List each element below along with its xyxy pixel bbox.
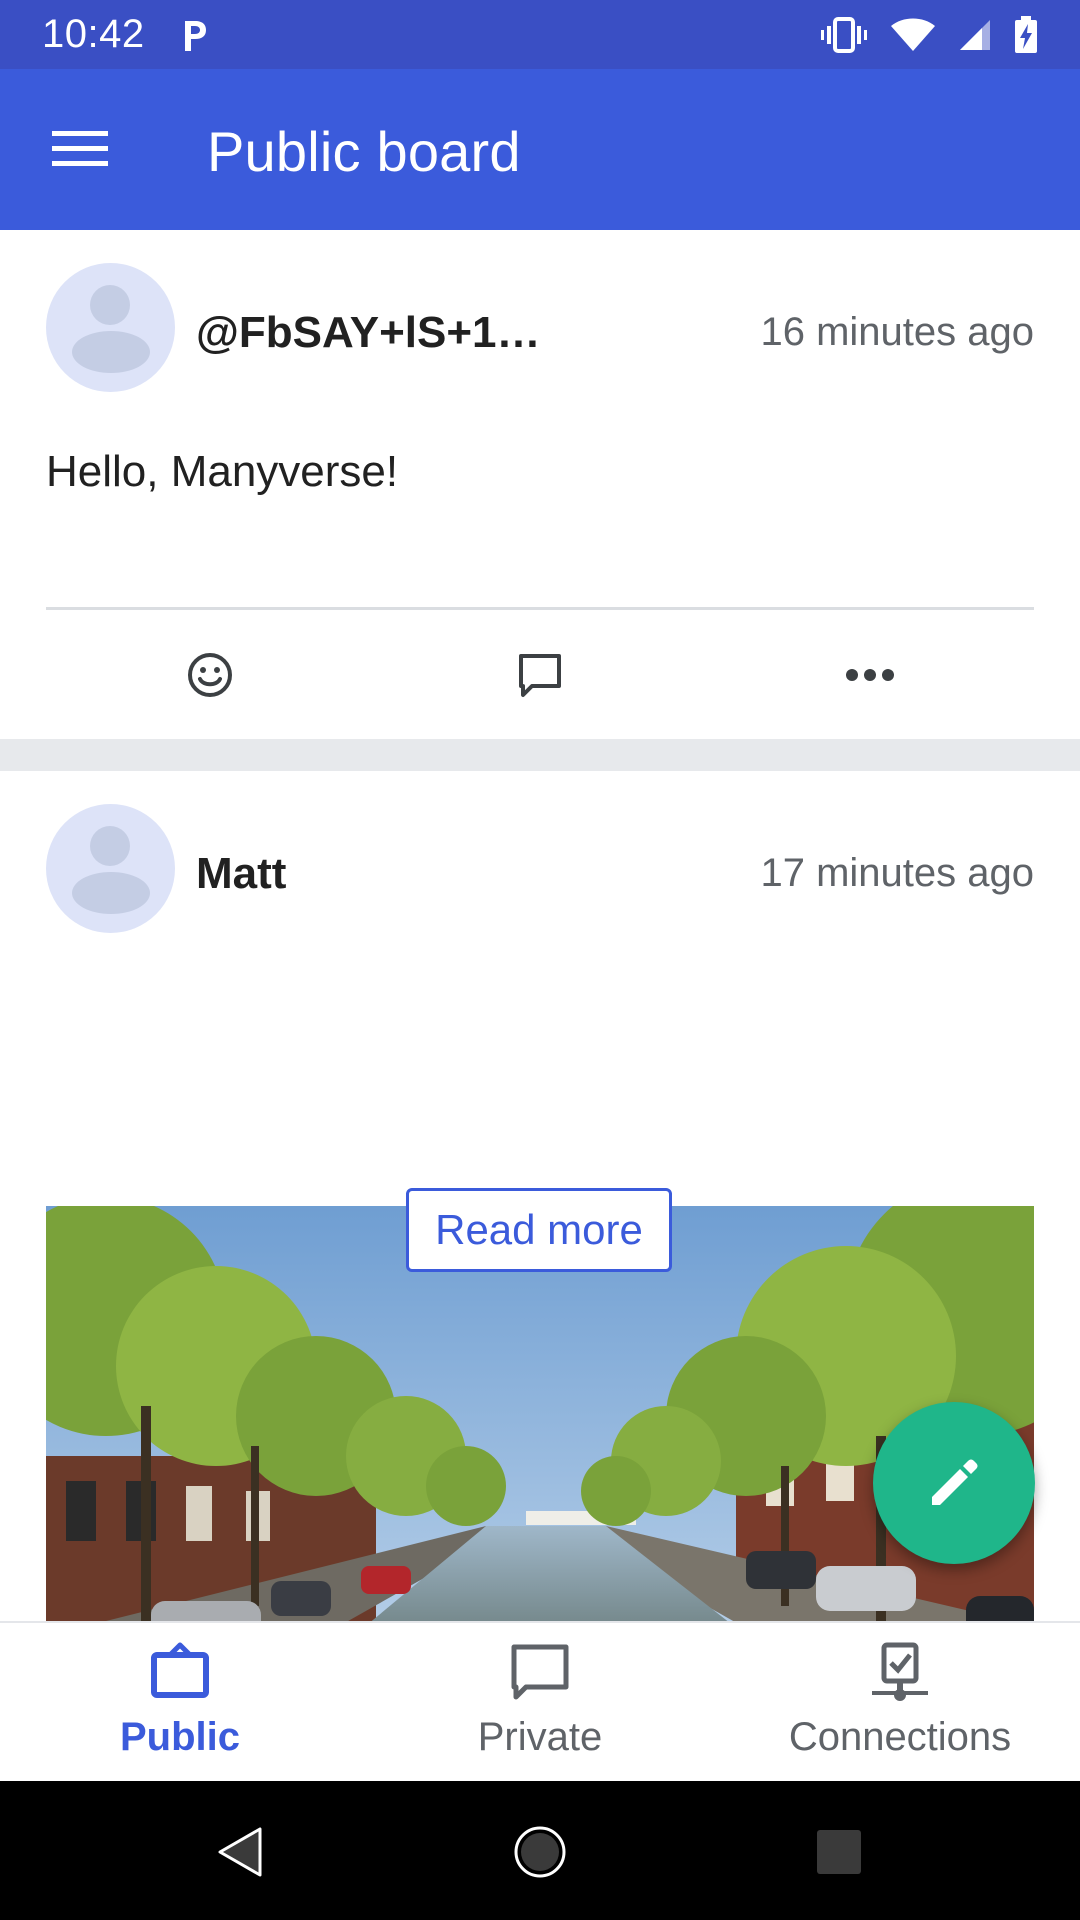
private-chat-icon bbox=[511, 1644, 569, 1700]
hamburger-menu-icon[interactable] bbox=[52, 129, 108, 169]
recents-icon[interactable] bbox=[812, 1825, 866, 1879]
post-actions bbox=[0, 610, 1080, 739]
avatar-body-shape bbox=[72, 872, 150, 914]
connections-icon bbox=[872, 1642, 928, 1701]
tab-connections-label: Connections bbox=[788, 1715, 1012, 1759]
system-nav-bar bbox=[0, 1781, 1080, 1920]
cell-signal-icon bbox=[960, 19, 990, 50]
status-icons bbox=[820, 15, 1038, 54]
bottom-nav: Public Private Connections bbox=[0, 1621, 1080, 1781]
reply-button[interactable] bbox=[505, 640, 575, 710]
tab-public[interactable]: Public bbox=[0, 1623, 360, 1783]
tab-private-label: Private bbox=[477, 1715, 603, 1759]
more-options-button[interactable] bbox=[835, 640, 905, 710]
status-time: 10:42 bbox=[42, 12, 145, 56]
vibrate-icon bbox=[821, 16, 867, 53]
read-more-button[interactable]: Read more bbox=[406, 1188, 672, 1272]
back-icon[interactable] bbox=[214, 1825, 268, 1879]
post-author[interactable]: Matt bbox=[196, 849, 286, 899]
compose-fab[interactable] bbox=[873, 1402, 1035, 1564]
post-text: Hello, Manyverse! bbox=[46, 447, 399, 496]
battery-charging-icon bbox=[1015, 15, 1037, 53]
reaction-smiley-icon bbox=[188, 653, 232, 697]
more-options-icon bbox=[846, 669, 894, 681]
parking-notification-icon bbox=[184, 20, 206, 51]
tab-connections[interactable]: Connections bbox=[720, 1623, 1080, 1783]
post-separator bbox=[0, 739, 1080, 771]
avatar-body-shape bbox=[72, 331, 150, 373]
reply-comment-icon bbox=[519, 654, 561, 697]
post-card: @FbSAY+lS+1… 16 minutes ago Hello, Manyv… bbox=[0, 230, 1080, 739]
page-title: Public board bbox=[207, 120, 521, 183]
wifi-icon bbox=[891, 18, 935, 51]
avatar-head-shape bbox=[90, 285, 130, 325]
reaction-button[interactable] bbox=[175, 640, 245, 710]
avatar[interactable] bbox=[46, 804, 175, 933]
tab-private[interactable]: Private bbox=[360, 1623, 720, 1783]
avatar[interactable] bbox=[46, 263, 175, 392]
status-bar: 10:42 bbox=[0, 0, 1080, 69]
pencil-icon bbox=[932, 1459, 978, 1505]
post-timestamp[interactable]: 16 minutes ago bbox=[760, 310, 1034, 355]
app-bar: Public board bbox=[0, 69, 1080, 230]
post-author[interactable]: @FbSAY+lS+1… bbox=[196, 308, 541, 358]
public-board-icon bbox=[151, 1642, 209, 1698]
post-timestamp[interactable]: 17 minutes ago bbox=[760, 851, 1034, 896]
avatar-head-shape bbox=[90, 826, 130, 866]
home-icon[interactable] bbox=[513, 1825, 567, 1879]
tab-public-label: Public bbox=[119, 1715, 241, 1759]
